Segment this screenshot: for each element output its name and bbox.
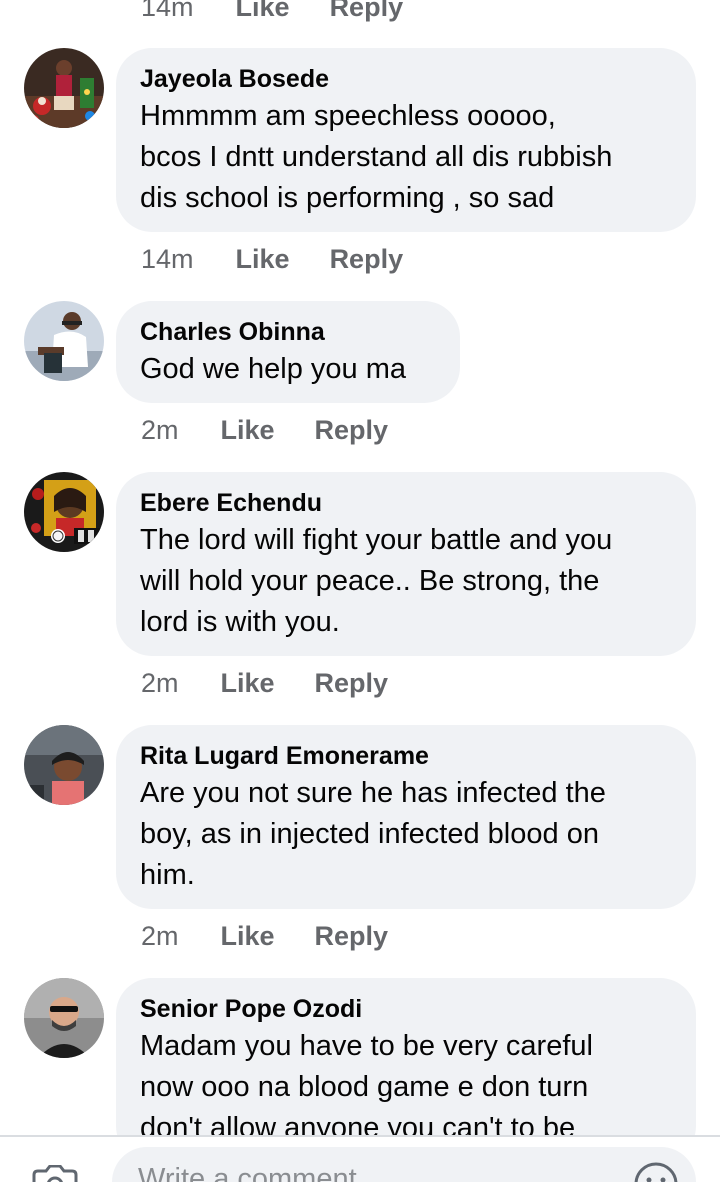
comment-text-line: lord is with you. (140, 606, 340, 638)
avatar[interactable] (24, 725, 104, 805)
comment-text-line: dis school is performing , so sad (140, 182, 555, 214)
comment-time: 2m (141, 667, 179, 698)
comment-input[interactable]: Write a comment... (112, 1147, 696, 1182)
emoji-icon[interactable] (633, 1161, 679, 1182)
comment-text-line: bcos I dntt understand all dis rubbish (140, 141, 613, 173)
comment-bubble: Senior Pope Ozodi Madam you have to be v… (116, 978, 696, 1135)
comment-text-line: boy, as in injected infected blood on (140, 818, 599, 850)
comment-text-line: don't allow anyone you can't to be (140, 1112, 576, 1135)
reply-button[interactable]: Reply (330, 244, 404, 275)
like-button[interactable]: Like (221, 415, 275, 446)
comment-list: 14m Like Reply Jayeola Bosede Hmmmm am s… (0, 0, 720, 1135)
comment-composer: Write a comment... (0, 1135, 720, 1182)
comment-text-line: Are you not sure he has infected the (140, 777, 606, 809)
comment-bubble: Ebere Echendu The lord will fight your b… (116, 472, 696, 656)
like-button[interactable]: Like (236, 244, 290, 275)
comment-author[interactable]: Rita Lugard Emonerame (140, 739, 672, 773)
comment-bubble: Charles Obinna God we help you ma (116, 301, 460, 403)
comment-text-line: Madam you have to be very careful (140, 1030, 593, 1062)
comment-time: 14m (141, 0, 194, 22)
comment-text-line: will hold your peace.. Be strong, the (140, 565, 600, 597)
comment-time: 14m (141, 243, 194, 274)
comment-text-line: Hmmmm am speechless ooooo, (140, 100, 556, 132)
comment-author[interactable]: Jayeola Bosede (140, 62, 672, 96)
comment-text-line: now ooo na blood game e don turn (140, 1071, 589, 1103)
comment-meta-row: 14m Like Reply (141, 242, 403, 276)
avatar[interactable] (24, 48, 104, 128)
comment-author[interactable]: Ebere Echendu (140, 486, 672, 520)
comment-meta-row: 2m Like Reply (141, 666, 388, 700)
reply-button[interactable]: Reply (315, 668, 389, 699)
comment-meta-row: 2m Like Reply (141, 413, 388, 447)
comment-time: 2m (141, 414, 179, 445)
comment-text-line: him. (140, 859, 195, 891)
comment-time: 2m (141, 920, 179, 951)
reply-button[interactable]: Reply (330, 0, 404, 23)
reply-button[interactable]: Reply (315, 921, 389, 952)
comment-bubble: Rita Lugard Emonerame Are you not sure h… (116, 725, 696, 909)
avatar[interactable] (24, 978, 104, 1058)
avatar[interactable] (24, 472, 104, 552)
comment-bubble: Jayeola Bosede Hmmmm am speechless ooooo… (116, 48, 696, 232)
comment-text-line: The lord will fight your battle and you (140, 524, 613, 556)
like-button[interactable]: Like (221, 921, 275, 952)
like-button[interactable]: Like (236, 0, 290, 23)
avatar[interactable] (24, 301, 104, 381)
comment-author[interactable]: Charles Obinna (140, 315, 436, 349)
comment-input-placeholder: Write a comment... (138, 1163, 381, 1182)
camera-icon[interactable] (30, 1164, 80, 1182)
comment-author[interactable]: Senior Pope Ozodi (140, 992, 672, 1026)
comment-text-line: God we help you ma (140, 353, 406, 385)
like-button[interactable]: Like (221, 668, 275, 699)
reply-button[interactable]: Reply (315, 415, 389, 446)
comment-meta-row: 2m Like Reply (141, 919, 388, 953)
comment-meta-row: 14m Like Reply (141, 0, 403, 24)
